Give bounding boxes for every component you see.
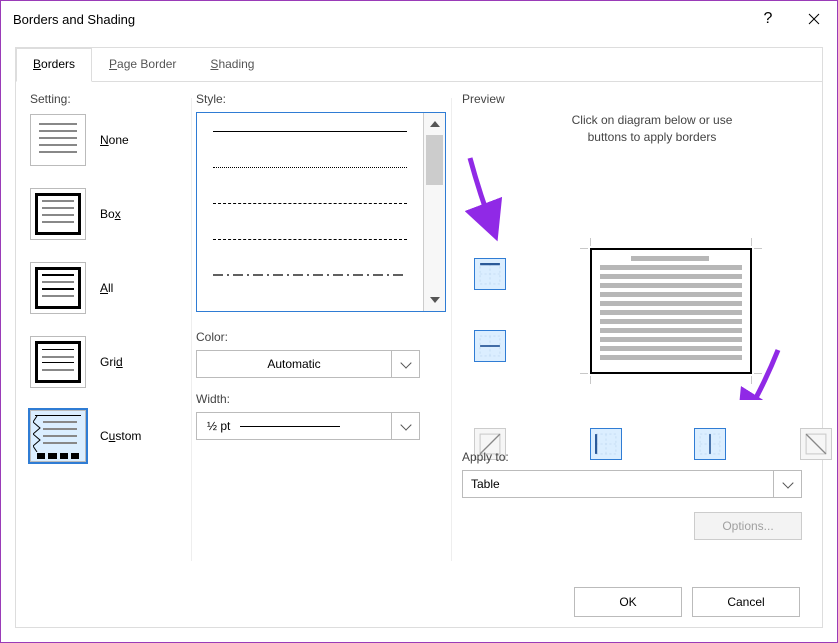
chevron-down-icon	[400, 419, 411, 430]
scroll-up-icon[interactable]	[424, 113, 445, 135]
preview-label: Preview	[462, 92, 812, 106]
border-top-button[interactable]	[474, 258, 506, 290]
style-solid[interactable]	[197, 113, 423, 149]
tab-strip: Borders Page Border Shading	[16, 48, 822, 82]
setting-box-icon[interactable]	[30, 188, 86, 240]
style-dashed[interactable]	[197, 221, 423, 257]
applyto-value: Table	[463, 477, 773, 491]
setting-grid-label: Grid	[100, 355, 123, 369]
setting-none-label: None	[100, 133, 129, 147]
titlebar: Borders and Shading ?	[1, 1, 837, 37]
applyto-dropdown-button[interactable]	[773, 471, 801, 497]
preview-diagram[interactable]	[590, 248, 752, 374]
style-label: Style:	[196, 92, 446, 106]
setting-box-label: Box	[100, 207, 121, 221]
setting-label: Setting:	[30, 92, 180, 106]
options-button: Options...	[694, 512, 802, 540]
content-panel: Borders Page Border Shading Setting: Non…	[15, 47, 823, 628]
style-dotted[interactable]	[197, 149, 423, 185]
color-dropdown[interactable]: Automatic	[196, 350, 420, 378]
preview-diagram-wrap	[580, 238, 762, 384]
setting-grid-icon[interactable]	[30, 336, 86, 388]
style-scrollbar[interactable]	[423, 113, 445, 311]
ok-button[interactable]: OK	[574, 587, 682, 617]
preview-message: Click on diagram below or usebuttons to …	[532, 112, 772, 146]
setting-custom-icon[interactable]	[30, 410, 86, 462]
help-button[interactable]: ?	[745, 1, 791, 37]
color-label: Color:	[196, 330, 446, 344]
setting-none-icon[interactable]	[30, 114, 86, 166]
style-column: Style:	[196, 92, 446, 440]
setting-all-icon[interactable]	[30, 262, 86, 314]
applyto-dropdown[interactable]: Table	[462, 470, 802, 498]
preview-area	[462, 150, 812, 400]
dialog-title: Borders and Shading	[13, 12, 135, 27]
dialog-buttons: OK Cancel	[574, 587, 800, 617]
close-button[interactable]	[791, 1, 837, 37]
width-value: ½ pt	[207, 419, 230, 433]
width-dropdown[interactable]: ½ pt	[196, 412, 420, 440]
style-listbox[interactable]	[196, 112, 446, 312]
scroll-down-icon[interactable]	[424, 289, 445, 311]
setting-column: Setting: None	[30, 92, 180, 484]
border-diag-down-button[interactable]	[800, 428, 832, 460]
setting-all-label: All	[100, 281, 113, 295]
dialog-window: Borders and Shading ? Borders Page Borde…	[0, 0, 838, 643]
color-value: Automatic	[197, 357, 391, 371]
width-sample-line	[240, 426, 340, 427]
chevron-down-icon	[400, 357, 411, 368]
style-dashed-fine[interactable]	[197, 185, 423, 221]
color-dropdown-button[interactable]	[391, 351, 419, 377]
chevron-down-icon	[782, 477, 793, 488]
width-dropdown-button[interactable]	[391, 413, 419, 439]
applyto-group: Apply to: Table	[462, 450, 802, 498]
tab-page-border[interactable]: Page Border	[92, 48, 193, 81]
tab-borders[interactable]: Borders	[16, 48, 92, 82]
setting-custom-label: Custom	[100, 429, 141, 443]
tab-shading[interactable]: Shading	[193, 48, 271, 81]
width-label: Width:	[196, 392, 446, 406]
style-dashdot[interactable]	[197, 257, 423, 293]
border-inside-h-button[interactable]	[474, 330, 506, 362]
cancel-button[interactable]: Cancel	[692, 587, 800, 617]
window-buttons: ?	[745, 1, 837, 37]
applyto-label: Apply to:	[462, 450, 802, 464]
scroll-thumb[interactable]	[426, 135, 443, 185]
